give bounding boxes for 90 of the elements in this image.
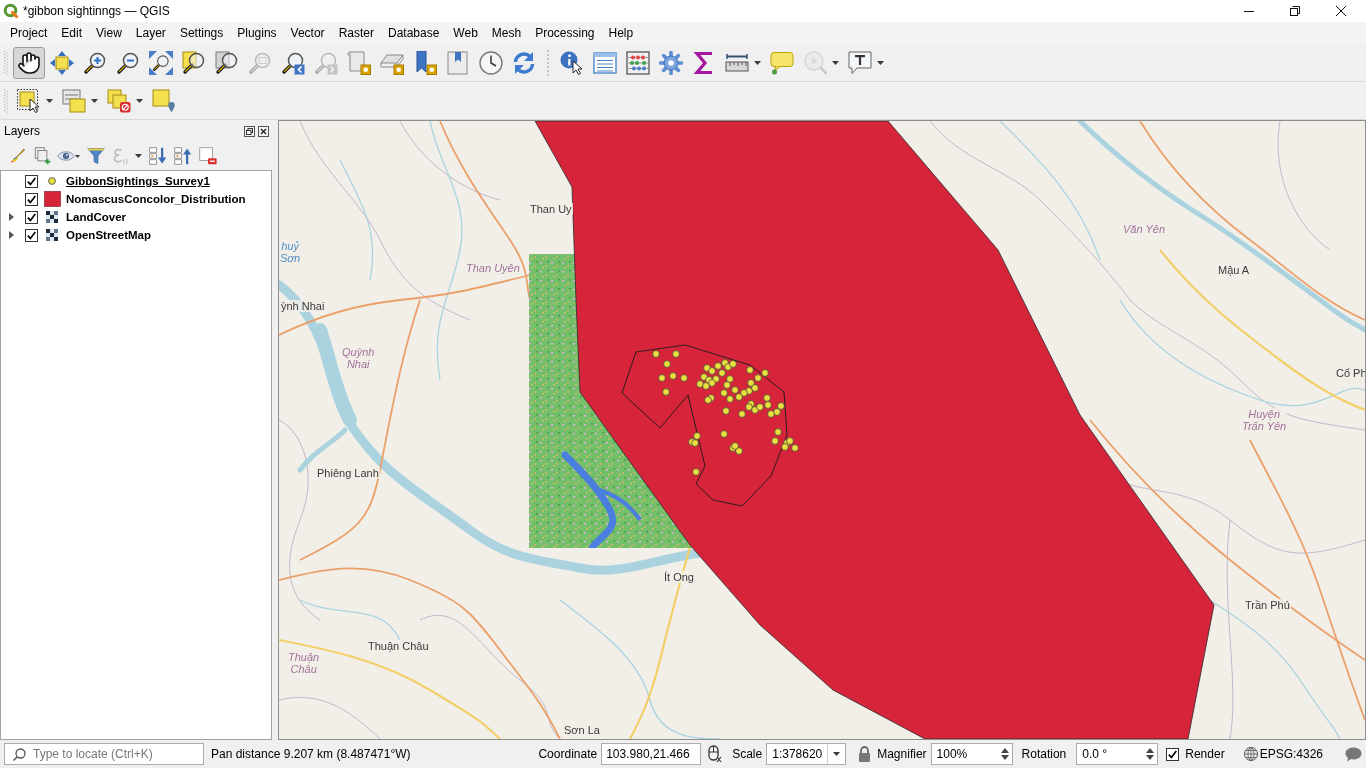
map-label: Trần Phú [1244,599,1291,611]
status-message: Pan distance 9.207 km (8.487471°W) [211,747,411,761]
rotation-label: Rotation [1021,747,1067,761]
layer-checkbox[interactable] [25,192,38,206]
close-icon[interactable] [1336,6,1346,16]
sighting-marker [662,388,670,396]
toolbar-grip-icon[interactable] [4,50,8,75]
sighting-marker [663,360,671,368]
menu-item[interactable]: Vector [283,23,332,43]
raster-symbol-icon [46,211,58,223]
coordinate-label: Coordinate [538,747,598,761]
layer-name[interactable]: OpenStreetMap [66,229,151,241]
sighting-marker [680,374,688,382]
map-label: ỳnh Nhai [280,300,326,312]
map-label: Thuận Châu [287,651,321,675]
message-bubble-icon[interactable] [1345,746,1362,762]
menu-item[interactable]: View [89,23,129,43]
map-label: Phiêng Lanh [316,467,380,479]
panel-title: Layers [4,124,42,138]
scale-label: Scale [732,747,763,761]
layer-checkbox[interactable] [25,228,38,242]
menu-item[interactable]: Settings [172,23,231,43]
raster-symbol-icon [46,229,58,241]
layer-checkbox[interactable] [25,210,38,224]
magnifier-label: Magnifier [877,747,927,761]
layer-name[interactable]: NomascusConcolor_Distribution [66,193,246,205]
menu-item[interactable]: Edit [54,23,90,43]
menu-item[interactable]: Database [380,23,447,43]
map-label: Cổ Ph [1335,367,1365,379]
map-label: Ít Ong [663,571,695,583]
caret-icon[interactable] [75,154,80,158]
menu-item[interactable]: Raster [331,23,381,43]
sighting-marker [672,350,680,358]
caret-icon[interactable] [877,60,884,65]
close-icon[interactable] [258,125,269,137]
expand-arrow-icon[interactable] [8,213,14,221]
deselect-icon[interactable] [107,88,131,113]
restore-icon[interactable] [1290,6,1300,16]
sighting-marker [669,372,677,380]
toolbar-grip-icon[interactable] [4,88,8,113]
caret-icon[interactable] [91,98,98,103]
menu-item[interactable]: Mesh [484,23,529,43]
map-canvas[interactable]: Than Uy Văn Yên huỷ Sơn Than Uyên Mậu A ỳnh Nhai Quỳnh Nhai Cổ Ph Huyện Trấn Yên Phiêng Lanh Ít Ong Trần Phú Thuận Châu Thuận Châu Sơn La [278,120,1366,740]
layer-name[interactable]: LandCover [66,211,127,223]
menu-item[interactable]: Help [601,23,641,43]
map-label: Văn Yên [1122,223,1166,235]
crs-button[interactable]: EPSG:4326 [1242,746,1323,762]
magnifier-spinbox[interactable]: 100% [930,743,1013,765]
expand-arrow-icon[interactable] [8,231,14,239]
map-label: huỷ Sơn [279,240,302,264]
layer-checkbox[interactable] [25,174,38,188]
map-label: Huyện Trấn Yên [1241,408,1288,432]
menu-item[interactable]: Web [446,23,485,43]
caret-icon[interactable] [46,98,53,103]
app-logo-icon [3,3,19,19]
sighting-marker [720,430,728,438]
locator-search-field[interactable]: Type to locate (Ctrl+K) [4,743,204,765]
sighting-marker [692,468,700,476]
map-label: Than Uyên [465,262,521,274]
mouse-icon[interactable] [706,745,723,763]
float-panel-icon[interactable] [244,125,255,137]
map-label: Thuận Châu [367,640,430,652]
spin-arrows-icon[interactable] [1000,748,1009,760]
map-label: Sơn La [563,724,601,736]
globe-icon[interactable] [1242,746,1259,762]
spin-arrows-icon[interactable] [1146,748,1155,760]
menu-item[interactable]: Plugins [230,23,284,43]
caret-icon[interactable] [136,98,143,103]
select-rectangle-icon[interactable] [17,88,41,113]
map-label: Mậu A [1217,264,1251,276]
menu-item[interactable]: Project [3,23,55,43]
render-label[interactable]: Render [1185,747,1225,761]
window-title: *gibbon sightinngs — QGIS [23,4,171,18]
sighting-marker [658,374,666,382]
caret-icon[interactable] [833,752,841,756]
coordinate-field[interactable]: 103.980,21.466 [601,743,702,765]
menu-item[interactable]: Processing [528,23,602,43]
layer-name[interactable]: GibbonSightings_Survey1 [66,175,210,187]
rotation-spinbox[interactable]: 0.0 ° [1076,743,1159,765]
sighting-marker [722,407,730,415]
lock-icon[interactable] [858,746,872,762]
menu-item[interactable]: Layer [128,23,173,43]
map-label: Than Uy [529,203,573,215]
render-checkbox[interactable] [1166,747,1180,761]
search-icon [13,748,26,761]
map-label: Quỳnh Nhai [341,346,376,370]
scale-combobox[interactable]: 1:378620 [766,743,847,765]
text-annotation-icon[interactable] [848,50,872,75]
sighting-marker [652,350,660,358]
caret-icon[interactable] [754,60,761,65]
